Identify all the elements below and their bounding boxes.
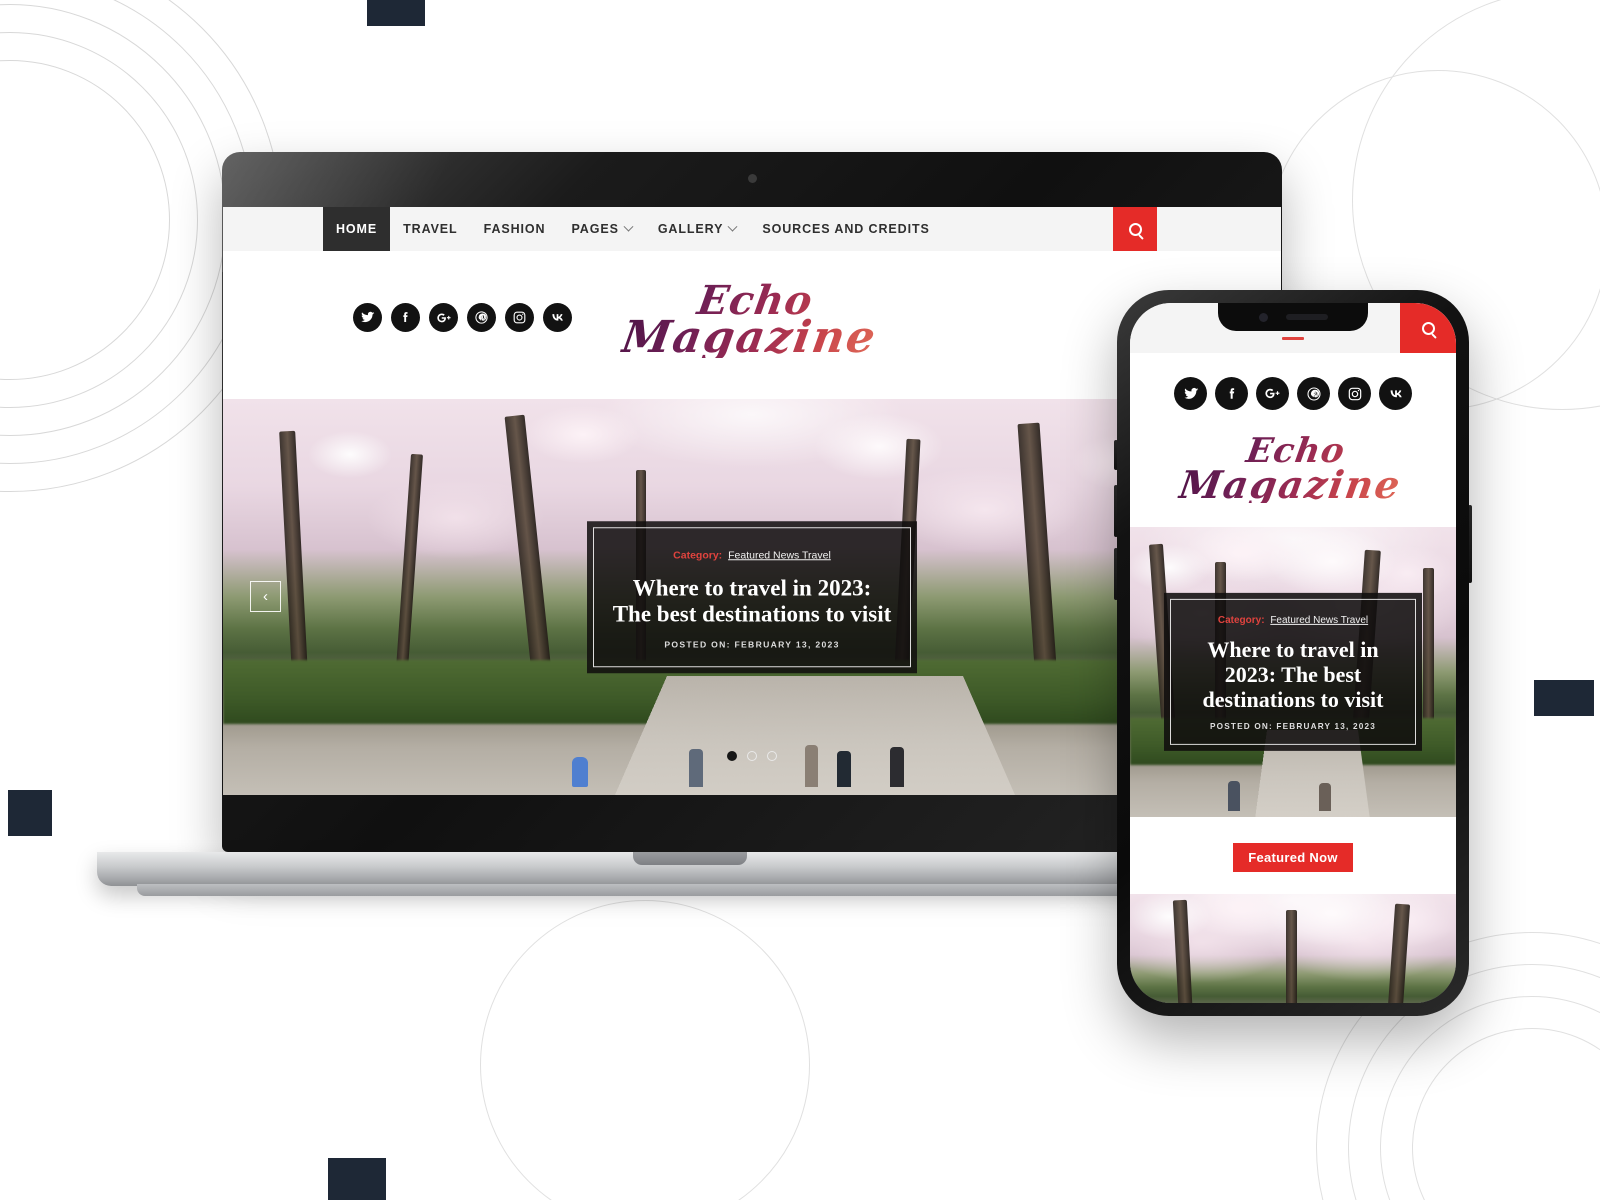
- hero-title[interactable]: Where to travel in 2023: The best destin…: [611, 575, 893, 627]
- social-links: [353, 303, 572, 332]
- laptop-webcam-icon: [747, 174, 757, 183]
- nav-item-pages[interactable]: Pages: [558, 207, 644, 251]
- logo-text: Echo Magazine: [1177, 436, 1409, 503]
- slider-prev-button[interactable]: ‹: [250, 581, 281, 612]
- pinterest-icon[interactable]: [467, 303, 496, 332]
- featured-now-badge[interactable]: Featured Now: [1233, 842, 1353, 872]
- deco-square: [1534, 680, 1594, 716]
- hero-category: Category: Featured News Travel: [1180, 615, 1406, 626]
- deco-square: [367, 0, 425, 26]
- laptop-base-notch: [632, 852, 747, 865]
- nav-item-fashion[interactable]: Fashion: [471, 207, 559, 251]
- chevron-down-icon: [727, 221, 738, 232]
- nav-item-gallery[interactable]: Gallery: [645, 207, 750, 251]
- google-plus-icon[interactable]: [1256, 377, 1289, 410]
- hero-caption-inner: Category: Featured News Travel Where to …: [1170, 599, 1416, 745]
- hero-caption-card: Category: Featured News Travel Where to …: [1164, 592, 1422, 752]
- facebook-icon[interactable]: [391, 303, 420, 332]
- hero-posted-on: POSTED ON: FEBRUARY 13, 2023: [1209, 722, 1376, 732]
- deco-square: [328, 1158, 386, 1200]
- social-links: [1130, 353, 1456, 410]
- hero-photo-person: [836, 751, 851, 788]
- site-logo[interactable]: Echo Magazine: [1130, 410, 1456, 527]
- nav-item-travel[interactable]: Travel: [390, 207, 470, 251]
- hero-photo-person: [1319, 783, 1332, 812]
- deco-ring: [1412, 1028, 1600, 1200]
- slider-dot-3[interactable]: [767, 751, 777, 761]
- search-icon: [1128, 222, 1142, 236]
- secondary-image-cherry-blossoms: [1130, 893, 1456, 1003]
- hero-posted-on: POSTED ON: FEBRUARY 13, 2023: [664, 638, 840, 649]
- hero-title[interactable]: Where to travel in 2023: The best destin…: [1180, 637, 1406, 712]
- search-button[interactable]: [1113, 207, 1157, 251]
- nav-item-home[interactable]: Home: [323, 207, 391, 251]
- phone-body: Echo Magazine Category: Featured News Tr…: [1117, 290, 1469, 1016]
- hero-photo-person: [889, 747, 904, 788]
- nav-item-label: Gallery: [657, 222, 724, 236]
- slider-dot-2[interactable]: [747, 751, 757, 761]
- deco-ring: [1380, 996, 1600, 1200]
- laptop-base-foot: [137, 884, 1242, 896]
- front-camera-icon: [1258, 312, 1268, 322]
- chevron-down-icon: [623, 221, 634, 232]
- search-button[interactable]: [1400, 303, 1456, 353]
- nav-item-sources-and-credits[interactable]: Sources and Credits: [749, 207, 942, 251]
- hero-caption-card: Category: Featured News Travel Where to …: [587, 521, 917, 673]
- hero-photo-person: [804, 745, 818, 788]
- mobile-secondary-image: [1130, 893, 1456, 1003]
- phone-screen: Echo Magazine Category: Featured News Tr…: [1130, 303, 1456, 1003]
- hero-caption-inner: Category: Featured News Travel Where to …: [593, 527, 911, 667]
- desktop-topbar: Home Travel Fashion Pages: [223, 207, 1281, 251]
- google-plus-icon[interactable]: [429, 303, 458, 332]
- mobile-hero-slider: Category: Featured News Travel Where to …: [1130, 526, 1456, 817]
- earpiece-speaker-icon: [1285, 314, 1328, 320]
- presentation-canvas: Home Travel Fashion Pages: [0, 0, 1600, 1200]
- twitter-icon[interactable]: [353, 303, 382, 332]
- chevron-left-icon: ‹: [263, 588, 268, 605]
- hero-photo-person: [572, 757, 589, 788]
- deco-ring: [480, 900, 810, 1200]
- slider-pagination: [727, 751, 777, 761]
- main-navigation: Home Travel Fashion Pages: [323, 207, 943, 251]
- facebook-icon[interactable]: [1215, 377, 1248, 410]
- pinterest-icon[interactable]: [1297, 377, 1330, 410]
- secondary-photo-trees: [1130, 894, 1456, 1003]
- nav-item-label: Sources and Credits: [762, 222, 930, 236]
- logo-line-2: Magazine: [1176, 461, 1406, 507]
- logo-text: Echo Magazine: [618, 277, 885, 363]
- deco-square: [8, 790, 52, 836]
- hero-photo-person: [688, 749, 703, 788]
- instagram-icon[interactable]: [505, 303, 534, 332]
- vk-icon[interactable]: [543, 303, 572, 332]
- instagram-icon[interactable]: [1338, 377, 1371, 410]
- hero-category-values[interactable]: Featured News Travel: [728, 549, 831, 561]
- nav-item-label: Home: [336, 222, 378, 236]
- nav-item-label: Fashion: [483, 222, 546, 236]
- hamburger-menu-icon[interactable]: [1282, 337, 1304, 340]
- phone-notch: [1218, 303, 1368, 331]
- logo-line-2: Magazine: [618, 311, 881, 363]
- nav-item-label: Pages: [571, 222, 619, 236]
- featured-now-section: Featured Now: [1130, 816, 1456, 894]
- hero-category-values[interactable]: Featured News Travel: [1270, 615, 1368, 626]
- search-icon: [1421, 321, 1435, 335]
- hero-category-label: Category:: [1217, 614, 1265, 626]
- hero-category: Category: Featured News Travel: [611, 549, 893, 561]
- vk-icon[interactable]: [1379, 377, 1412, 410]
- twitter-icon[interactable]: [1174, 377, 1207, 410]
- nav-item-label: Travel: [403, 222, 458, 236]
- hero-photo-person: [1227, 781, 1240, 812]
- laptop-mockup: Home Travel Fashion Pages: [97, 152, 1282, 912]
- hero-category-label: Category:: [673, 549, 723, 562]
- slider-dot-1[interactable]: [727, 751, 737, 761]
- phone-mockup: Echo Magazine Category: Featured News Tr…: [1114, 290, 1472, 1016]
